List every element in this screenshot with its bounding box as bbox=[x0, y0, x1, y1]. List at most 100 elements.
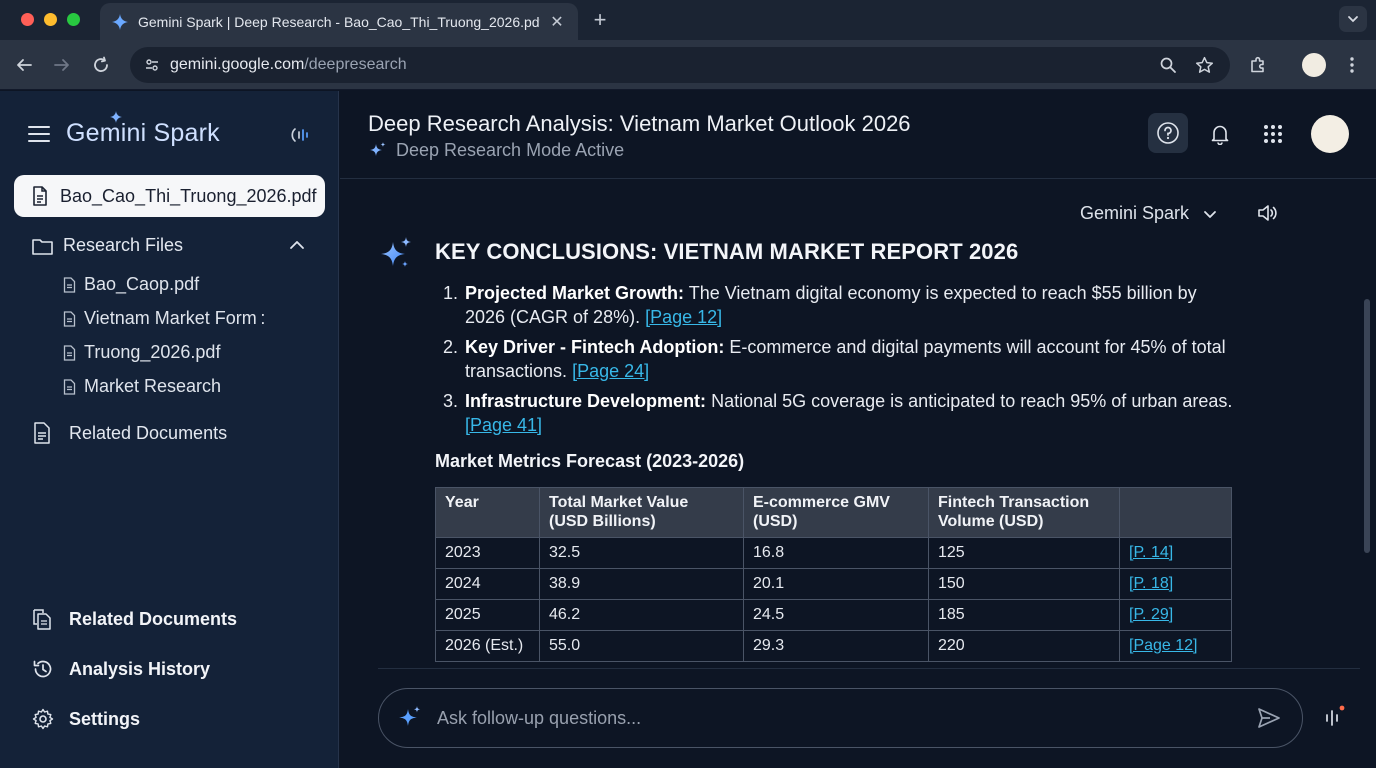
zoom-button[interactable] bbox=[1156, 53, 1180, 77]
bookmark-button[interactable] bbox=[1192, 53, 1216, 77]
chevron-down-icon bbox=[1348, 16, 1358, 23]
sidebar-item-related-documents[interactable]: Related Documents bbox=[33, 422, 227, 444]
column-header: Year bbox=[435, 487, 540, 538]
table-row: 2025 46.2 24.5 185 [P. 29] bbox=[435, 599, 1232, 631]
main-panel: Deep Research Analysis: Vietnam Market O… bbox=[340, 91, 1376, 768]
notifications-button[interactable] bbox=[1209, 123, 1231, 145]
sidebar-item-settings[interactable]: Settings bbox=[32, 708, 140, 730]
metrics-table: Year Total Market Value (USD Billions) E-… bbox=[435, 487, 1232, 662]
reload-button[interactable] bbox=[89, 53, 113, 77]
model-picker[interactable]: Gemini Spark bbox=[1080, 203, 1217, 224]
citation-link[interactable]: [Page 24] bbox=[572, 361, 649, 381]
browser-menu-button[interactable] bbox=[1340, 53, 1364, 77]
window-maximize-button[interactable] bbox=[67, 13, 80, 26]
profile-avatar[interactable] bbox=[1302, 53, 1326, 77]
cell-year: 2024 bbox=[435, 568, 540, 600]
conclusions-list: Projected Market Growth: The Vietnam dig… bbox=[435, 281, 1235, 437]
conclusion-title: Infrastructure Development: bbox=[465, 391, 707, 411]
answer-content: KEY CONCLUSIONS: VIETNAM MARKET REPORT 2… bbox=[435, 239, 1235, 472]
prompt-composer bbox=[378, 688, 1303, 748]
mode-label: Deep Research Mode Active bbox=[396, 140, 625, 160]
content-scrollbar[interactable] bbox=[1364, 299, 1370, 553]
cell-fintech-volume: 150 bbox=[928, 568, 1120, 600]
address-bar[interactable]: gemini.google.com/deepresearch bbox=[130, 47, 1230, 83]
page-reference-link[interactable]: [P. 14] bbox=[1129, 544, 1173, 561]
cell-market-value: 55.0 bbox=[539, 630, 744, 662]
table-row: 2026 (Est.) 55.0 29.3 220 [Page 12] bbox=[435, 630, 1232, 662]
gemini-spark-icon bbox=[112, 13, 128, 30]
cell-ecommerce-gmv: 20.1 bbox=[743, 568, 929, 600]
column-header-text: Fintech Transaction Volume (USD) bbox=[938, 494, 1090, 530]
composer-divider bbox=[378, 668, 1360, 669]
user-avatar[interactable] bbox=[1311, 115, 1349, 153]
cell-reference: [P. 14] bbox=[1119, 537, 1232, 569]
file-name: Bao_Caop.pdf bbox=[84, 274, 200, 294]
site-info-button[interactable] bbox=[140, 53, 164, 77]
page-reference-link[interactable]: [P. 18] bbox=[1129, 575, 1173, 592]
url-path: /deepresearch bbox=[304, 56, 407, 73]
extensions-button[interactable] bbox=[1246, 53, 1270, 77]
forward-button[interactable] bbox=[50, 53, 74, 77]
apps-button[interactable] bbox=[1262, 123, 1284, 145]
help-button[interactable] bbox=[1148, 113, 1188, 153]
related-documents-label: Related Documents bbox=[69, 422, 228, 443]
history-icon bbox=[33, 660, 52, 678]
active-file-label: Bao_Cao_Thi_Truong_2026.pdf bbox=[60, 185, 317, 206]
column-header: Fintech Transaction Volume (USD) bbox=[928, 487, 1120, 538]
conclusion-title: Key Driver - Fintech Adoption: bbox=[465, 337, 725, 357]
metrics-title: Market Metrics Forecast (2023-2026) bbox=[435, 451, 745, 471]
chevron-up-icon[interactable] bbox=[288, 236, 306, 254]
speaker-icon[interactable] bbox=[1256, 201, 1280, 225]
url-text[interactable]: gemini.google.com/deepresearch bbox=[170, 56, 1230, 74]
settings-label: Settings bbox=[69, 708, 141, 729]
page-reference-link[interactable]: [Page 12] bbox=[1129, 637, 1198, 654]
cell-year: 2023 bbox=[435, 537, 540, 569]
citation-link[interactable]: [Page 12] bbox=[645, 307, 722, 327]
cell-year: 2026 (Est.) bbox=[435, 630, 540, 662]
more-vertical-icon bbox=[1350, 57, 1354, 73]
sidebar-item-related-documents-bottom[interactable]: Related Documents bbox=[32, 608, 237, 630]
follow-up-input[interactable] bbox=[437, 707, 1256, 729]
live-audio-icon[interactable] bbox=[288, 123, 312, 147]
model-picker-label: Gemini Spark bbox=[1080, 203, 1190, 223]
menu-icon[interactable] bbox=[28, 126, 50, 144]
browser-tabstrip: Gemini Spark | Deep Research - Bao_Cao_T… bbox=[0, 0, 1376, 40]
sidebar-item-analysis-history[interactable]: Analysis History bbox=[32, 658, 210, 680]
sidebar-file-item[interactable]: Truong_2026.pdf bbox=[63, 342, 220, 363]
main-header: Deep Research Analysis: Vietnam Market O… bbox=[340, 91, 1376, 179]
sidebar-file-item[interactable]: Vietnam Market Form : bbox=[63, 308, 265, 329]
page-reference-link[interactable]: [P. 29] bbox=[1129, 606, 1173, 623]
page-title: Deep Research Analysis: Vietnam Market O… bbox=[368, 111, 911, 136]
conclusion-text: National 5G coverage is anticipated to r… bbox=[706, 391, 1233, 411]
file-icon bbox=[63, 310, 76, 327]
tab-title: Gemini Spark | Deep Research - Bao_Cao_T… bbox=[138, 13, 540, 30]
table-row: 2023 32.5 16.8 125 [P. 14] bbox=[435, 537, 1232, 569]
window-close-button[interactable] bbox=[21, 13, 34, 26]
related-docs-icon bbox=[34, 422, 50, 444]
active-file-pill[interactable]: Bao_Cao_Thi_Truong_2026.pdf bbox=[14, 175, 325, 217]
browser-tab-active[interactable]: Gemini Spark | Deep Research - Bao_Cao_T… bbox=[100, 3, 578, 40]
bell-icon bbox=[1211, 125, 1229, 145]
file-icon bbox=[63, 276, 76, 293]
new-tab-button[interactable]: + bbox=[589, 7, 611, 33]
sidebar-file-item[interactable]: Market Research bbox=[63, 376, 221, 397]
apps-grid-icon bbox=[1264, 125, 1282, 143]
cell-ecommerce-gmv: 29.3 bbox=[743, 630, 929, 662]
research-files-folder[interactable]: Research Files bbox=[32, 235, 183, 256]
window-minimize-button[interactable] bbox=[44, 13, 57, 26]
arrow-left-icon bbox=[17, 59, 32, 71]
table-row: 2024 38.9 20.1 150 [P. 18] bbox=[435, 568, 1232, 600]
tab-search-button[interactable] bbox=[1339, 6, 1367, 32]
tab-close-icon[interactable]: ✕ bbox=[548, 12, 566, 32]
sidebar-file-item[interactable]: Bao_Caop.pdf bbox=[63, 274, 199, 295]
file-name: Market Research bbox=[84, 376, 222, 396]
citation-link[interactable]: [Page 41] bbox=[465, 415, 542, 435]
voice-input-icon[interactable] bbox=[1322, 703, 1348, 731]
back-button[interactable] bbox=[12, 53, 36, 77]
research-files-label: Research Files bbox=[63, 235, 184, 255]
send-icon[interactable] bbox=[1256, 705, 1282, 731]
file-name: Truong_2026.pdf bbox=[84, 342, 221, 362]
conclusion-title: Projected Market Growth: bbox=[465, 283, 685, 303]
cell-market-value: 32.5 bbox=[539, 537, 744, 569]
sparkle-icon bbox=[399, 706, 421, 726]
